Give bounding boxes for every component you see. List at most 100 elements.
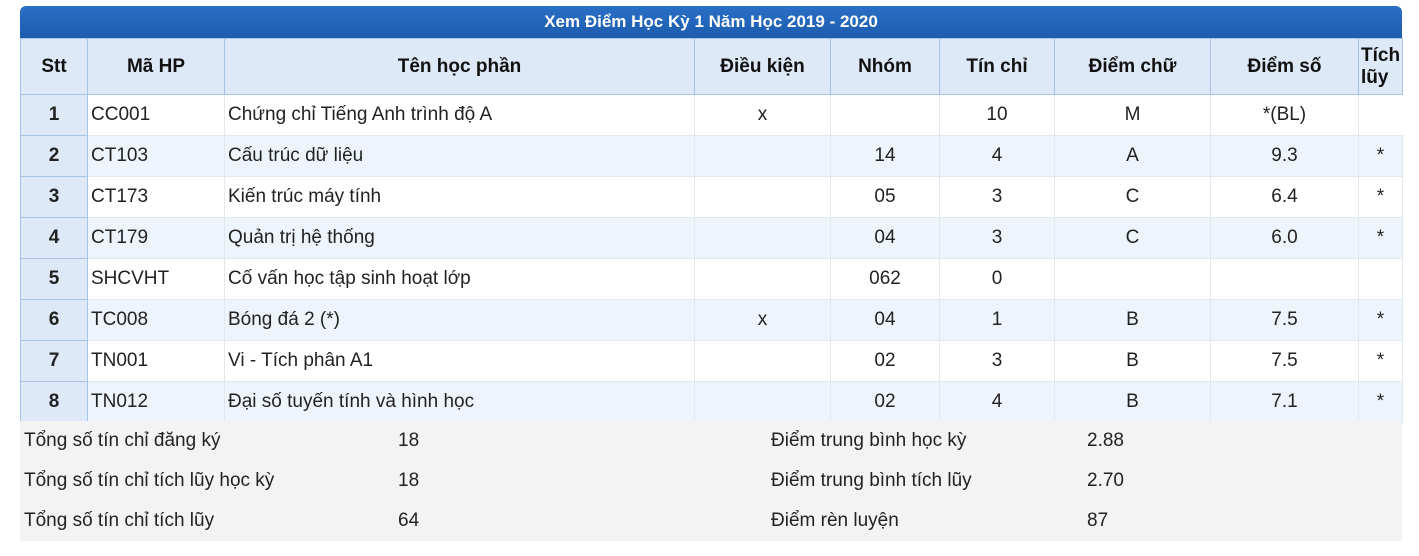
header-stt: Stt [20, 38, 88, 95]
cell-diem-chu: C [1054, 176, 1211, 218]
cell-ma-hp: TN001 [87, 340, 225, 382]
table-row: 3 CT173 Kiến trúc máy tính 05 3 C 6.4 * [20, 176, 1403, 218]
cell-nhom [830, 94, 940, 136]
table-row: 5 SHCVHT Cố vấn học tập sinh hoạt lớp 06… [20, 258, 1403, 300]
header-tich-luy-line1: Tích [1361, 44, 1401, 66]
cell-diem-so: 7.5 [1210, 299, 1359, 341]
cell-tich-luy: * [1358, 299, 1403, 341]
cell-stt: 3 [20, 176, 88, 218]
cell-nhom: 04 [830, 299, 940, 341]
cell-ten-hp: Kiến trúc máy tính [224, 176, 695, 218]
table-row: 2 CT103 Cấu trúc dữ liệu 14 4 A 9.3 * [20, 135, 1403, 177]
header-dieu-kien: Điều kiện [694, 38, 831, 95]
header-diem-so: Điểm số [1210, 38, 1359, 95]
summary-label-semester-gpa: Điểm trung bình học kỳ [771, 430, 967, 451]
summary-value-registered-credits: 18 [398, 430, 420, 451]
cell-stt: 7 [20, 340, 88, 382]
summary-section: Tổng số tín chỉ đăng ký 18 Tổng số tín c… [20, 421, 1402, 541]
cell-ten-hp: Vi - Tích phân A1 [224, 340, 695, 382]
cell-ten-hp: Chứng chỉ Tiếng Anh trình độ A [224, 94, 695, 136]
cell-tich-luy [1358, 94, 1403, 136]
cell-tin-chi: 1 [939, 299, 1055, 341]
cell-dieu-kien [694, 176, 831, 218]
summary-label-total-accumulated-credits: Tổng số tín chỉ tích lũy [24, 510, 215, 531]
table-row: 6 TC008 Bóng đá 2 (*) x 04 1 B 7.5 * [20, 299, 1403, 341]
cell-ten-hp: Đại số tuyến tính và hình học [224, 381, 695, 423]
cell-ten-hp: Cấu trúc dữ liệu [224, 135, 695, 177]
cell-tich-luy: * [1358, 340, 1403, 382]
cell-stt: 6 [20, 299, 88, 341]
header-tich-luy: Tích lũy [1358, 38, 1403, 95]
cell-ma-hp: CC001 [87, 94, 225, 136]
cell-dieu-kien [694, 258, 831, 300]
cell-diem-so: *(BL) [1210, 94, 1359, 136]
cell-dieu-kien [694, 135, 831, 177]
cell-nhom: 062 [830, 258, 940, 300]
cell-tin-chi: 10 [939, 94, 1055, 136]
cell-tich-luy [1358, 258, 1403, 300]
cell-dieu-kien [694, 340, 831, 382]
cell-diem-so: 9.3 [1210, 135, 1359, 177]
cell-nhom: 14 [830, 135, 940, 177]
cell-nhom: 04 [830, 217, 940, 259]
cell-dieu-kien [694, 381, 831, 423]
cell-diem-so: 7.1 [1210, 381, 1359, 423]
panel-title: Xem Điểm Học Kỳ 1 Năm Học 2019 - 2020 [20, 6, 1402, 38]
summary-label-cumulative-gpa: Điểm trung bình tích lũy [771, 470, 972, 491]
summary-label-conduct-score: Điểm rèn luyện [771, 510, 899, 531]
table-row: 1 CC001 Chứng chỉ Tiếng Anh trình độ A x… [20, 94, 1403, 136]
header-tin-chi: Tín chỉ [939, 38, 1055, 95]
cell-diem-so [1210, 258, 1359, 300]
cell-nhom: 02 [830, 340, 940, 382]
cell-diem-chu: A [1054, 135, 1211, 177]
cell-diem-chu: B [1054, 340, 1211, 382]
cell-nhom: 05 [830, 176, 940, 218]
grades-panel: Xem Điểm Học Kỳ 1 Năm Học 2019 - 2020 St… [20, 6, 1403, 423]
cell-ten-hp: Quản trị hệ thống [224, 217, 695, 259]
cell-stt: 1 [20, 94, 88, 136]
cell-diem-chu: C [1054, 217, 1211, 259]
cell-stt: 8 [20, 381, 88, 423]
cell-diem-so: 6.0 [1210, 217, 1359, 259]
cell-tich-luy: * [1358, 217, 1403, 259]
summary-label-semester-accumulated-credits: Tổng số tín chỉ tích lũy học kỳ [24, 470, 275, 491]
header-ten-hp: Tên học phần [224, 38, 695, 95]
cell-tich-luy: * [1358, 176, 1403, 218]
cell-dieu-kien: x [694, 94, 831, 136]
cell-tin-chi: 0 [939, 258, 1055, 300]
cell-ten-hp: Cố vấn học tập sinh hoạt lớp [224, 258, 695, 300]
header-tich-luy-line2: lũy [1361, 66, 1389, 88]
cell-stt: 2 [20, 135, 88, 177]
cell-diem-so: 6.4 [1210, 176, 1359, 218]
cell-ten-hp: Bóng đá 2 (*) [224, 299, 695, 341]
cell-diem-so: 7.5 [1210, 340, 1359, 382]
summary-value-total-accumulated-credits: 64 [398, 510, 420, 531]
cell-tin-chi: 3 [939, 217, 1055, 259]
summary-value-semester-accumulated-credits: 18 [398, 470, 420, 491]
cell-dieu-kien: x [694, 299, 831, 341]
cell-diem-chu: B [1054, 299, 1211, 341]
summary-value-conduct-score: 87 [1087, 510, 1109, 531]
header-nhom: Nhóm [830, 38, 940, 95]
cell-stt: 5 [20, 258, 88, 300]
cell-diem-chu: M [1054, 94, 1211, 136]
cell-ma-hp: CT103 [87, 135, 225, 177]
cell-ma-hp: CT179 [87, 217, 225, 259]
grades-table: Stt Mã HP Tên học phần Điều kiện Nhóm Tí… [20, 38, 1403, 423]
summary-value-cumulative-gpa: 2.70 [1087, 470, 1124, 491]
cell-ma-hp: SHCVHT [87, 258, 225, 300]
cell-diem-chu: B [1054, 381, 1211, 423]
table-row: 8 TN012 Đại số tuyến tính và hình học 02… [20, 381, 1403, 423]
header-ma-hp: Mã HP [87, 38, 225, 95]
cell-tin-chi: 3 [939, 340, 1055, 382]
cell-nhom: 02 [830, 381, 940, 423]
cell-diem-chu [1054, 258, 1211, 300]
cell-ma-hp: CT173 [87, 176, 225, 218]
table-row: 7 TN001 Vi - Tích phân A1 02 3 B 7.5 * [20, 340, 1403, 382]
table-row: 4 CT179 Quản trị hệ thống 04 3 C 6.0 * [20, 217, 1403, 259]
summary-value-semester-gpa: 2.88 [1087, 430, 1124, 451]
header-diem-chu: Điểm chữ [1054, 38, 1211, 95]
cell-tich-luy: * [1358, 135, 1403, 177]
cell-tin-chi: 4 [939, 135, 1055, 177]
header-row: Stt Mã HP Tên học phần Điều kiện Nhóm Tí… [20, 38, 1403, 95]
